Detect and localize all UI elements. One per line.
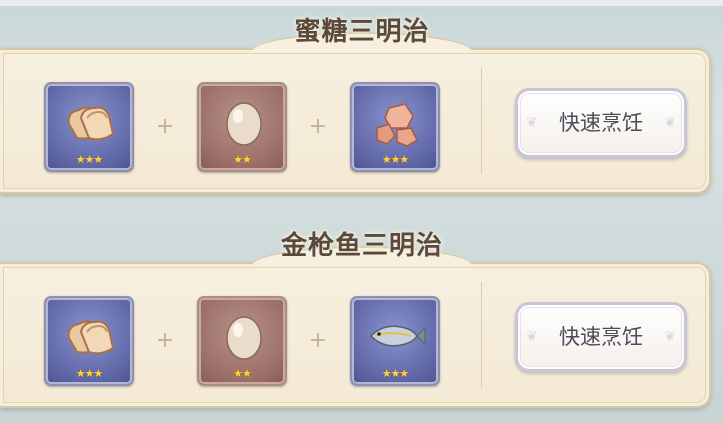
ornament-icon: ❦ bbox=[526, 329, 538, 345]
ornament-icon: ❦ bbox=[526, 115, 538, 131]
sugar-icon bbox=[376, 103, 418, 147]
rarity-stars: ★★★ bbox=[75, 153, 104, 166]
ornament-icon: ❦ bbox=[664, 329, 676, 345]
egg-icon bbox=[226, 316, 262, 360]
egg-icon bbox=[226, 102, 262, 146]
quick-cook-label: 快速烹饪 bbox=[559, 111, 643, 135]
plus-sign: + bbox=[308, 114, 328, 139]
ingredient-slot-bread[interactable]: ★★★ bbox=[44, 82, 134, 172]
ingredient-slot-sugar[interactable]: ★★★ bbox=[350, 82, 440, 172]
ingredient-slot-egg[interactable]: ★★ bbox=[197, 82, 287, 172]
rarity-stars: ★★ bbox=[233, 367, 252, 380]
bread-icon bbox=[67, 320, 115, 355]
recipe-title-plate: 蜜糖三明治 bbox=[252, 12, 472, 52]
quick-cook-label: 快速烹饪 bbox=[559, 325, 643, 349]
recipe-title-plate: 金枪鱼三明治 bbox=[252, 226, 472, 266]
rarity-stars: ★★ bbox=[233, 153, 252, 166]
recipe-card-tuna-sandwich: ★★★ + ★★ + ★★★ ❦ 快速烹饪 ❦ bbox=[0, 262, 711, 408]
ornament-icon: ❦ bbox=[664, 115, 676, 131]
divider bbox=[481, 282, 482, 388]
recipe-title: 蜜糖三明治 bbox=[294, 17, 430, 47]
divider bbox=[481, 68, 482, 174]
recipe-title: 金枪鱼三明治 bbox=[280, 231, 443, 261]
plus-sign: + bbox=[155, 328, 175, 353]
rarity-stars: ★★★ bbox=[381, 367, 410, 380]
ingredient-slot-bread[interactable]: ★★★ bbox=[44, 296, 134, 386]
quick-cook-button[interactable]: ❦ 快速烹饪 ❦ bbox=[515, 88, 687, 158]
top-edge bbox=[0, 0, 723, 6]
ingredient-slot-egg[interactable]: ★★ bbox=[197, 296, 287, 386]
plus-sign: + bbox=[308, 328, 328, 353]
recipe-card-honey-sandwich: ★★★ + ★★ + ★★★ ❦ 快速烹饪 ❦ bbox=[0, 48, 711, 194]
bread-icon bbox=[67, 106, 115, 141]
quick-cook-button[interactable]: ❦ 快速烹饪 ❦ bbox=[515, 302, 687, 372]
rarity-stars: ★★★ bbox=[381, 153, 410, 166]
tuna-fish-icon bbox=[369, 325, 426, 347]
plus-sign: + bbox=[155, 114, 175, 139]
rarity-stars: ★★★ bbox=[75, 367, 104, 380]
ingredient-slot-tuna[interactable]: ★★★ bbox=[350, 296, 440, 386]
